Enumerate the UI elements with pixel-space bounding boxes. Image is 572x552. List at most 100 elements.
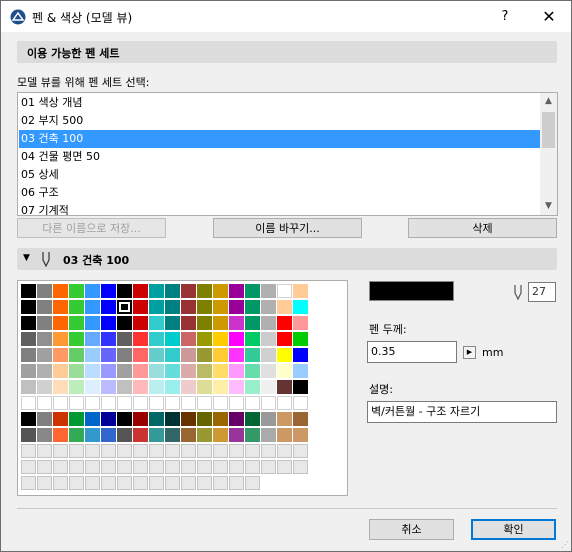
rename-button[interactable]: 이름 바꾸기... xyxy=(213,218,362,238)
pen-color-cell[interactable] xyxy=(85,428,100,442)
pen-color-cell[interactable] xyxy=(85,364,100,378)
pen-color-cell[interactable] xyxy=(165,460,180,474)
pen-color-cell[interactable] xyxy=(149,444,164,458)
pen-color-cell[interactable] xyxy=(133,316,148,330)
pen-color-cell[interactable] xyxy=(245,380,260,394)
pen-color-cell[interactable] xyxy=(229,364,244,378)
pen-color-cell[interactable] xyxy=(21,412,36,426)
pen-color-cell[interactable] xyxy=(133,476,148,490)
pen-color-cell[interactable] xyxy=(21,396,36,410)
pen-color-cell[interactable] xyxy=(245,348,260,362)
pen-color-cell[interactable] xyxy=(229,396,244,410)
pen-color-cell[interactable] xyxy=(261,316,276,330)
pen-color-cell[interactable] xyxy=(69,284,84,298)
pen-color-cell[interactable] xyxy=(149,284,164,298)
pen-color-cell[interactable] xyxy=(229,348,244,362)
pen-color-cell[interactable] xyxy=(165,284,180,298)
pen-color-cell[interactable] xyxy=(149,476,164,490)
pen-color-cell[interactable] xyxy=(277,348,292,362)
pen-color-cell[interactable] xyxy=(117,428,132,442)
pen-thickness-input[interactable]: 0.35 xyxy=(367,341,457,363)
pen-color-cell[interactable] xyxy=(293,316,308,330)
pen-color-cell[interactable] xyxy=(261,348,276,362)
pen-color-cell[interactable] xyxy=(293,396,308,410)
pen-color-cell[interactable] xyxy=(181,444,196,458)
pen-color-cell[interactable] xyxy=(293,348,308,362)
pen-color-cell[interactable] xyxy=(101,412,116,426)
pen-set-panel-header[interactable]: ▼ 03 건축 100 xyxy=(17,248,557,270)
pen-color-cell[interactable] xyxy=(197,300,212,314)
pen-color-cell[interactable] xyxy=(197,396,212,410)
pen-color-cell[interactable] xyxy=(53,380,68,394)
pen-color-cell[interactable] xyxy=(277,380,292,394)
pen-color-cell[interactable] xyxy=(213,332,228,346)
pen-color-cell[interactable] xyxy=(37,412,52,426)
pen-color-cell[interactable] xyxy=(53,476,68,490)
pen-color-cell[interactable] xyxy=(293,428,308,442)
pen-color-palette[interactable] xyxy=(17,280,348,496)
pen-color-cell[interactable] xyxy=(85,444,100,458)
pen-color-cell[interactable] xyxy=(101,444,116,458)
scroll-up-icon[interactable]: ▲ xyxy=(540,93,557,110)
pen-color-cell[interactable] xyxy=(261,412,276,426)
list-item[interactable]: 04 건물 평면 50 xyxy=(19,148,541,166)
pen-color-cell[interactable] xyxy=(261,300,276,314)
pen-color-cell[interactable] xyxy=(213,364,228,378)
pen-color-cell[interactable] xyxy=(245,428,260,442)
pen-color-cell[interactable] xyxy=(261,476,276,490)
description-input[interactable]: 벽/커튼월 - 구조 자르기 xyxy=(367,401,557,423)
pen-color-cell[interactable] xyxy=(229,332,244,346)
pen-color-cell[interactable] xyxy=(101,396,116,410)
pen-color-cell[interactable] xyxy=(213,412,228,426)
pen-color-cell[interactable] xyxy=(37,348,52,362)
list-item[interactable]: 07 기계적 xyxy=(19,202,541,215)
pen-color-cell[interactable] xyxy=(229,412,244,426)
pen-color-cell[interactable] xyxy=(21,284,36,298)
pen-color-cell[interactable] xyxy=(85,476,100,490)
pen-color-cell[interactable] xyxy=(181,380,196,394)
pen-color-cell[interactable] xyxy=(261,428,276,442)
pen-color-cell[interactable] xyxy=(165,316,180,330)
pen-color-cell[interactable] xyxy=(261,396,276,410)
pen-color-cell[interactable] xyxy=(133,348,148,362)
save-as-button[interactable]: 다른 이름으로 저장... xyxy=(17,218,166,238)
pen-color-cell[interactable] xyxy=(277,300,292,314)
unit-arrow-icon[interactable]: ▶ xyxy=(463,346,476,359)
pen-color-cell[interactable] xyxy=(277,412,292,426)
pen-color-cell[interactable] xyxy=(165,412,180,426)
pen-color-cell[interactable] xyxy=(85,460,100,474)
pen-color-cell[interactable] xyxy=(277,364,292,378)
pen-color-cell[interactable] xyxy=(117,364,132,378)
pen-color-cell[interactable] xyxy=(165,300,180,314)
pen-color-cell[interactable] xyxy=(101,428,116,442)
pen-color-cell[interactable] xyxy=(277,332,292,346)
pen-color-cell[interactable] xyxy=(165,380,180,394)
pen-color-cell[interactable] xyxy=(165,396,180,410)
pen-color-cell[interactable] xyxy=(53,348,68,362)
pen-color-cell[interactable] xyxy=(245,300,260,314)
pen-color-cell[interactable] xyxy=(117,396,132,410)
pen-color-cell[interactable] xyxy=(277,460,292,474)
pen-color-cell[interactable] xyxy=(245,444,260,458)
pen-color-cell[interactable] xyxy=(53,444,68,458)
pen-color-cell[interactable] xyxy=(181,332,196,346)
pen-color-cell[interactable] xyxy=(53,316,68,330)
pen-color-cell[interactable] xyxy=(197,316,212,330)
pen-color-cell[interactable] xyxy=(213,476,228,490)
pen-color-cell[interactable] xyxy=(149,428,164,442)
list-scrollbar[interactable]: ▲ ▼ xyxy=(540,93,557,215)
list-item[interactable]: 02 부지 500 xyxy=(19,112,541,130)
pen-color-cell[interactable] xyxy=(197,284,212,298)
pen-color-cell[interactable] xyxy=(197,348,212,362)
list-item-selected[interactable]: 03 건축 100 xyxy=(19,130,541,148)
pen-color-cell[interactable] xyxy=(101,460,116,474)
pen-color-cell[interactable] xyxy=(117,476,132,490)
pen-color-cell[interactable] xyxy=(181,364,196,378)
ok-button[interactable]: 확인 xyxy=(471,519,556,540)
list-item[interactable]: 05 상세 xyxy=(19,166,541,184)
pen-color-cell[interactable] xyxy=(21,300,36,314)
pen-color-cell[interactable] xyxy=(165,428,180,442)
pen-color-cell[interactable] xyxy=(293,460,308,474)
pen-color-cell[interactable] xyxy=(245,460,260,474)
pen-color-cell[interactable] xyxy=(165,364,180,378)
